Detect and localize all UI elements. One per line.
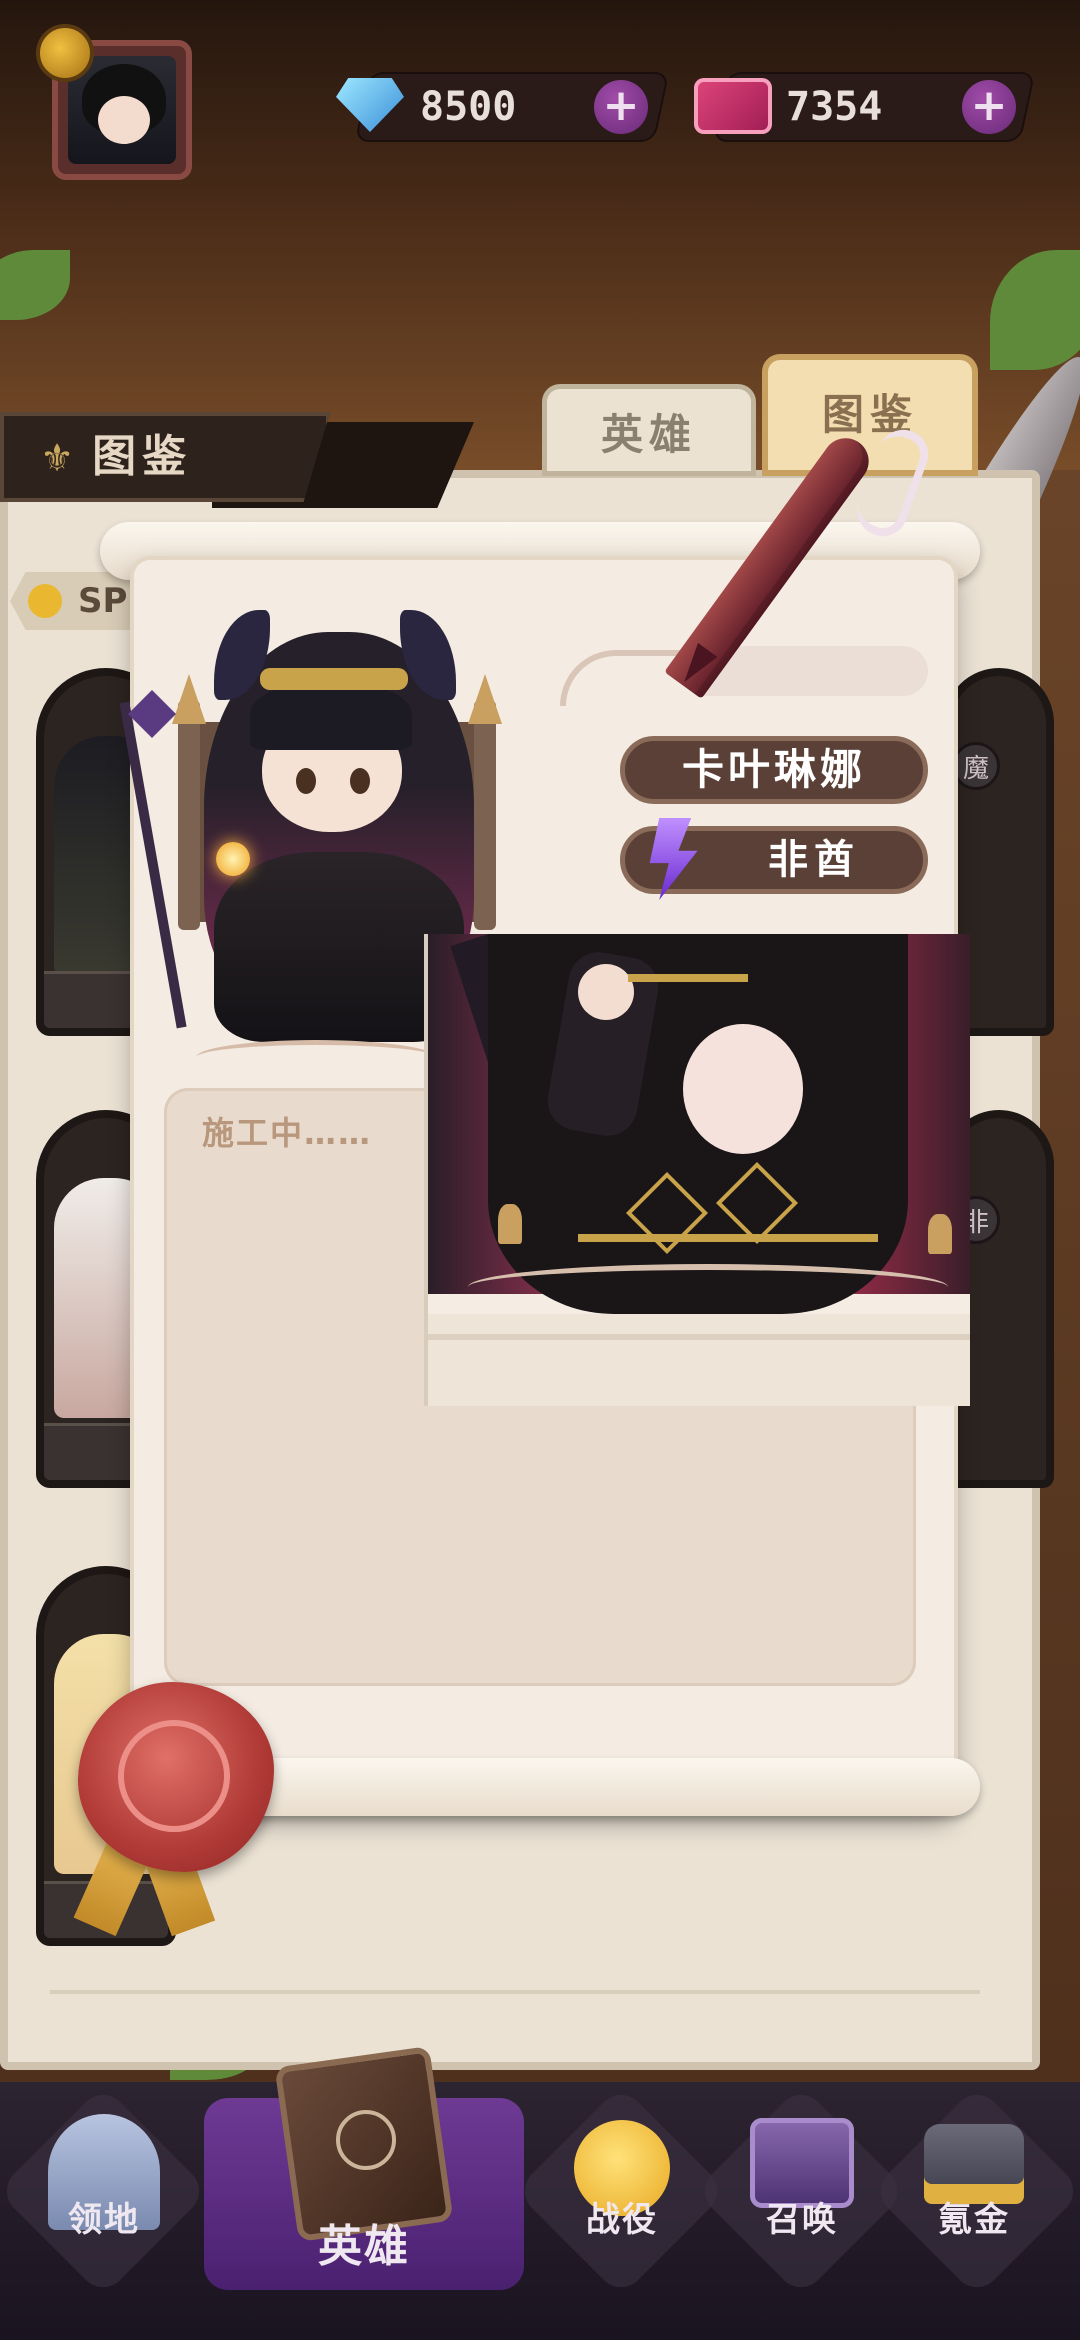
add-tickets-button[interactable]: + [962,80,1016,134]
faction-badge: 魔 [952,742,1000,790]
nav-label-territory: 领地 [68,2200,140,2240]
magic-orb-icon [216,842,250,876]
player-level-coin-icon [36,24,94,82]
fleur-icon: ⚜ [40,436,81,480]
codex-side-banner: ⚜ 图鉴 [0,412,330,502]
tiara-icon [260,668,408,690]
wax-seal-icon [78,1682,274,1872]
summon-ticket-icon [694,78,772,134]
sp-coin-icon [28,584,62,618]
nav-label-shop: 氪金 [938,2200,1010,2240]
nav-item-hero[interactable]: 英雄 [254,2040,474,2300]
divider [50,1990,980,1994]
codex-banner-title: 图鉴 [92,431,193,482]
nav-label-hero: 英雄 [318,2221,410,2272]
nav-item-campaign[interactable]: 战役 [532,2090,712,2320]
nav-label-summon: 召唤 [766,2200,838,2240]
nav-item-shop[interactable]: 氪金 [884,2090,1064,2320]
ticket-count: 7354 [786,84,883,130]
nav-label-campaign: 战役 [586,2200,658,2240]
nav-item-territory[interactable]: 领地 [14,2090,194,2320]
add-gems-button[interactable]: + [594,80,648,134]
tab-hero[interactable]: 英雄 [542,384,756,476]
hexagram-icon [336,2110,396,2170]
gem-count: 8500 [420,84,517,130]
tab-codex[interactable]: 图鉴 [762,354,978,476]
hero-name-plate: 卡叶琳娜 [620,736,928,804]
hero-description-text: 施工中…… [202,1114,373,1152]
nav-item-summon[interactable]: 召唤 [712,2090,892,2320]
hero-art-zoom [424,934,970,1406]
